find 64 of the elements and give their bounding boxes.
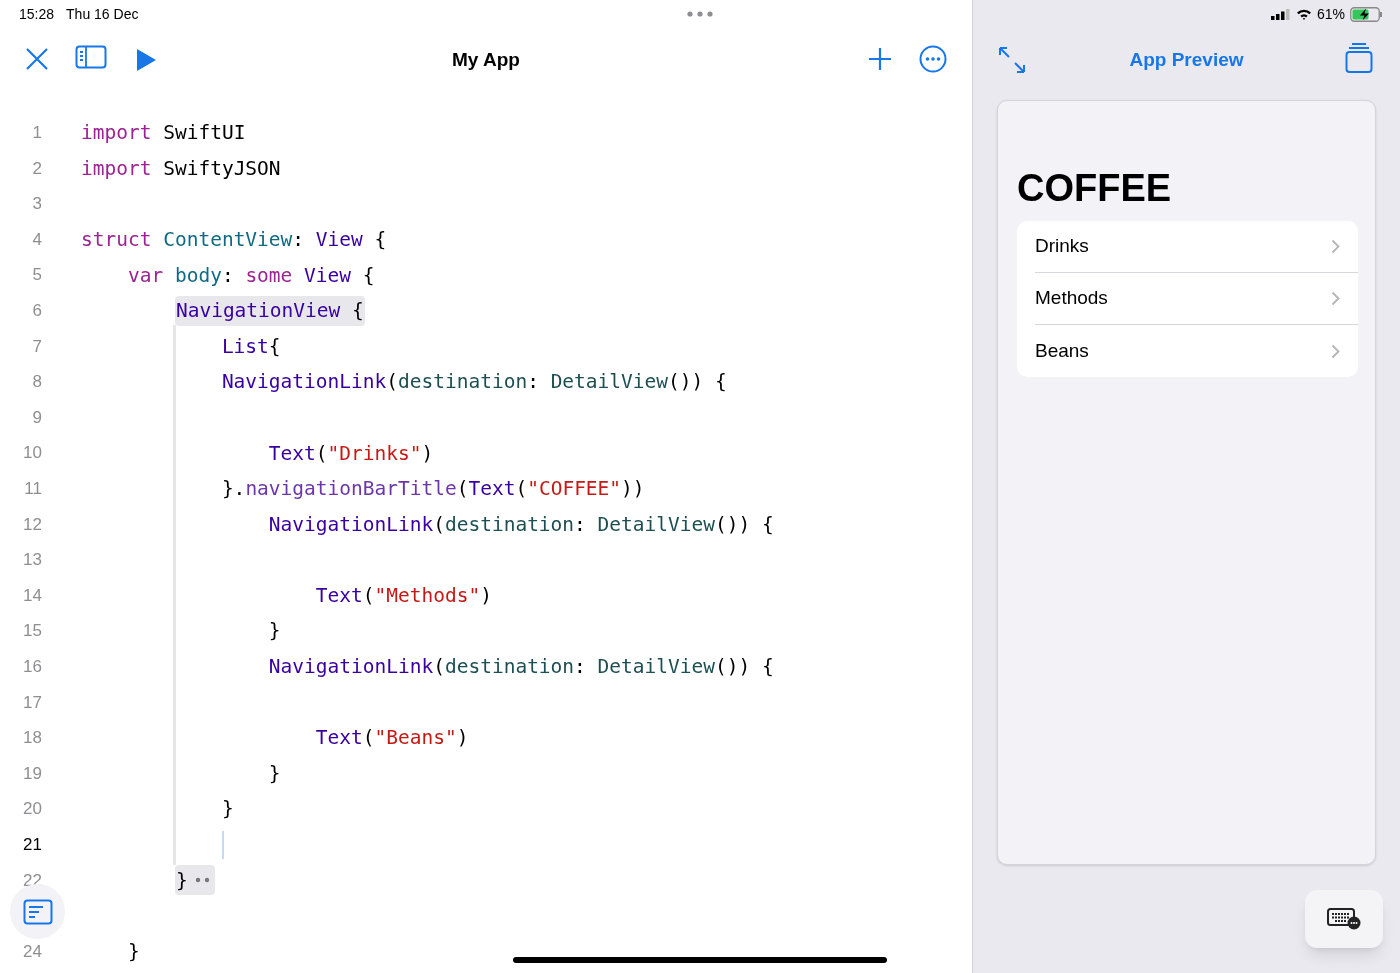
code-line: var body: some View { [126, 262, 375, 289]
line-number: 19 [22, 762, 42, 785]
preview-title: App Preview [1129, 48, 1244, 72]
file-title: My App [452, 48, 520, 72]
line-number: 10 [22, 442, 42, 465]
line-number: 1 [31, 122, 42, 145]
signal-icon [1270, 8, 1291, 20]
multitasking-dots-icon[interactable] [687, 11, 713, 17]
line-number: 6 [31, 300, 42, 322]
line-number: 15 [22, 620, 42, 643]
line-number: 9 [31, 406, 42, 429]
code-line: } [267, 618, 281, 645]
code-line: Text("Beans") [314, 725, 469, 752]
code-line: Text("Methods") [314, 582, 492, 609]
wifi-icon [1295, 8, 1312, 20]
line-number: 21 [22, 833, 42, 856]
list-item-label[interactable]: Methods [1035, 284, 1331, 313]
code-line: import SwiftyJSON [81, 155, 281, 182]
line-number: 8 [31, 371, 42, 394]
keyboard-button[interactable] [1305, 890, 1383, 948]
expand-button[interactable] [998, 46, 1026, 74]
close-button[interactable] [24, 46, 50, 72]
chevron-icon [1331, 291, 1340, 306]
line-number: 24 [22, 940, 42, 963]
list-item-label[interactable]: Beans [1035, 336, 1331, 366]
more-button[interactable] [919, 45, 947, 73]
line-number: 16 [22, 655, 42, 678]
line-number: 11 [23, 478, 42, 500]
status-time: 15:28 [19, 4, 55, 24]
code-line: }.navigationBarTitle(Text("COFFEE")) [220, 476, 645, 503]
code-line: } [267, 760, 281, 787]
line-number: 13 [22, 549, 42, 572]
windows-button[interactable] [1345, 42, 1373, 74]
code-line: List{ [220, 333, 281, 360]
list-item-label[interactable]: Drinks [1035, 232, 1331, 261]
document-icon [22, 898, 53, 925]
chevron-icon [1331, 343, 1340, 359]
line-number: 5 [31, 264, 42, 287]
line-number: 4 [31, 228, 42, 251]
run-button[interactable] [134, 48, 158, 72]
code-line: NavigationLink(destination: DetailView()) { [267, 654, 774, 681]
battery-charging-icon [1350, 6, 1384, 22]
line-number: 20 [22, 798, 42, 821]
status-date: Thu 16 Dec [66, 4, 139, 24]
line-number: 18 [22, 727, 42, 750]
battery-percentage: 61% [1316, 4, 1345, 24]
code-line: Text("Drinks") [267, 440, 434, 467]
code-line: struct ContentView: View { [81, 226, 387, 253]
code-line: } [220, 796, 234, 823]
code-line: import SwiftUI [81, 120, 246, 147]
code-line: NavigationLink(destination: DetailView()) { [267, 511, 774, 538]
line-number: 7 [31, 335, 42, 358]
line-number: 2 [31, 157, 42, 180]
line-number: 3 [31, 193, 42, 216]
keyboard-icon [1327, 908, 1361, 930]
chevron-icon [1331, 239, 1340, 254]
navigation-title: COFFEE [1017, 166, 1172, 211]
line-number: 12 [22, 513, 42, 536]
line-number: 14 [22, 584, 42, 607]
add-button[interactable] [868, 47, 892, 71]
code-line: } [126, 938, 140, 965]
code-line: NavigationLink(destination: DetailView()) { [220, 369, 727, 396]
sidebar-button[interactable] [75, 44, 107, 70]
line-number: 17 [22, 691, 42, 714]
